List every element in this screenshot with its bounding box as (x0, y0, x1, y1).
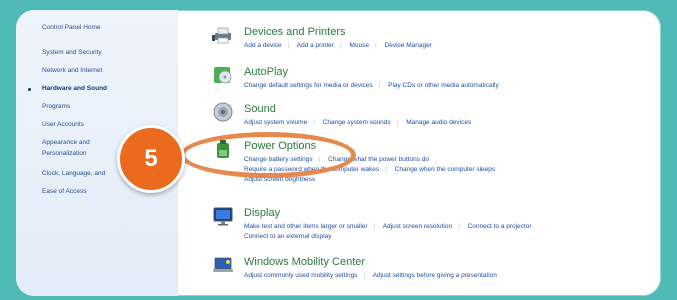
category-title[interactable]: Display (244, 207, 280, 219)
link-adjust-brightness[interactable]: Adjust screen brightness (244, 176, 315, 183)
link-mouse[interactable]: Mouse (349, 42, 369, 49)
link-external-display[interactable]: Connect to an external display (244, 233, 331, 240)
link-mobility-settings[interactable]: Adjust commonly used mobility settings (244, 272, 357, 279)
category-links: Make text and other items larger or smal… (244, 223, 532, 240)
category-title[interactable]: Devices and Printers (244, 26, 346, 38)
link-text-size[interactable]: Make text and other items larger or smal… (244, 223, 368, 230)
link-change-system-sounds[interactable]: Change system sounds (323, 119, 391, 126)
active-bullet-icon (28, 88, 31, 91)
category-links: Adjust system volume | Change system soun… (244, 119, 472, 126)
link-adjust-volume[interactable]: Adjust system volume (244, 119, 307, 126)
sidebar-item-appearance[interactable]: Appearance and (42, 139, 90, 146)
category-devices-printers: Devices and Printers Add a device | Add a… (192, 22, 652, 54)
autoplay-icon (212, 64, 234, 86)
sidebar-item-personalization[interactable]: Personalization (42, 150, 86, 157)
link-connect-projector[interactable]: Connect to a projector (468, 223, 532, 230)
sidebar-item-control-panel-home[interactable]: Control Panel Home (42, 24, 101, 31)
category-sound: Sound Adjust system volume | Change syste… (192, 99, 652, 131)
category-links: Add a device | Add a printer | Mouse | Devi… (244, 42, 432, 49)
category-title[interactable]: Sound (244, 103, 276, 115)
monitor-icon (212, 205, 234, 227)
main-content: Devices and Printers Add a device | Add a… (178, 10, 661, 296)
sidebar-item-programs[interactable]: Programs (42, 103, 70, 110)
category-mobility-center: Windows Mobility Center Adjust commonly … (192, 252, 652, 284)
link-change-sleep[interactable]: Change when the computer sleeps (395, 166, 495, 173)
printer-icon (212, 24, 234, 46)
link-manage-audio[interactable]: Manage audio devices (406, 119, 471, 126)
link-change-battery-settings[interactable]: Change battery settings (244, 156, 313, 163)
link-power-buttons[interactable]: Change what the power buttons do (328, 156, 429, 163)
category-links: Change battery settings | Change what the… (244, 156, 496, 183)
category-title[interactable]: Windows Mobility Center (244, 256, 365, 268)
link-presentation-settings[interactable]: Adjust settings before giving a presenta… (373, 272, 497, 279)
link-change-default-settings[interactable]: Change default settings for media or dev… (244, 82, 373, 89)
category-title[interactable]: AutoPlay (244, 66, 288, 78)
mobility-icon (212, 254, 234, 276)
sidebar-item-user-accounts[interactable]: User Accounts (42, 121, 84, 128)
sidebar-item-hardware-sound[interactable]: Hardware and Sound (42, 85, 107, 92)
sidebar-item-ease-of-access[interactable]: Ease of Access (42, 188, 86, 195)
link-require-password[interactable]: Require a password when the computer wak… (244, 166, 379, 173)
category-display: Display Make text and other items larger… (192, 203, 652, 245)
control-panel-window: Control Panel Home System and Security N… (16, 10, 661, 296)
category-links: Adjust commonly used mobility settings | … (244, 272, 497, 279)
step-badge: 5 (117, 125, 185, 193)
category-links: Change default settings for media or dev… (244, 82, 499, 89)
sidebar-item-network-internet[interactable]: Network and Internet (42, 67, 102, 74)
link-add-device[interactable]: Add a device (244, 42, 282, 49)
category-title[interactable]: Power Options (244, 140, 316, 152)
link-play-cds[interactable]: Play CDs or other media automatically (388, 82, 499, 89)
link-add-printer[interactable]: Add a printer (297, 42, 334, 49)
link-screen-resolution[interactable]: Adjust screen resolution (383, 223, 452, 230)
link-device-manager[interactable]: Device Manager (385, 42, 432, 49)
sidebar-item-system-security[interactable]: System and Security (42, 49, 102, 56)
category-power-options: Power Options Change battery settings | C… (192, 136, 652, 191)
sidebar-item-clock-language[interactable]: Clock, Language, and (42, 170, 105, 177)
battery-icon (212, 138, 234, 160)
category-autoplay: AutoPlay Change default settings for med… (192, 62, 652, 94)
speaker-icon (212, 101, 234, 123)
